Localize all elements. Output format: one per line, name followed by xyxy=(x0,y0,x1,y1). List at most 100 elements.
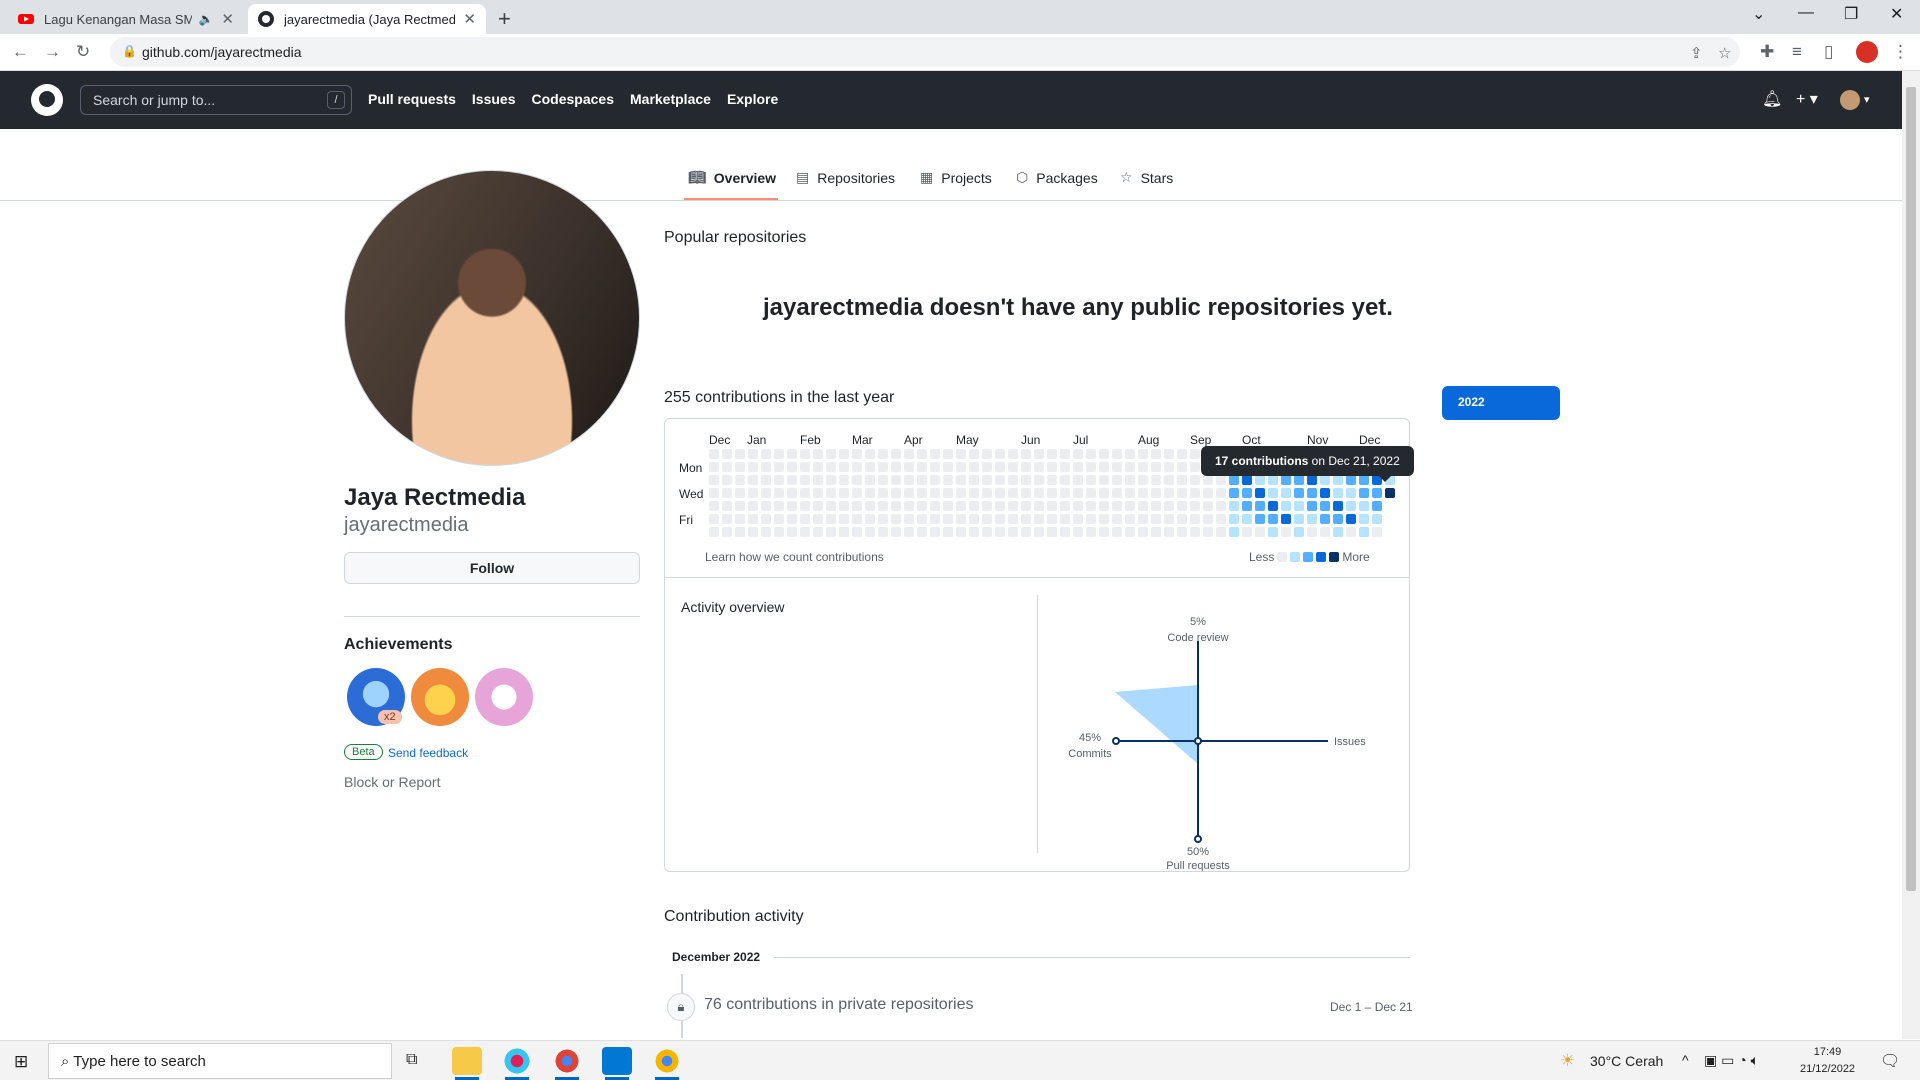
contribution-day-cell[interactable] xyxy=(748,449,758,459)
contribution-day-cell[interactable] xyxy=(1047,527,1057,537)
contribution-day-cell[interactable] xyxy=(1190,475,1200,485)
contribution-day-cell[interactable] xyxy=(774,527,784,537)
contribution-day-cell[interactable] xyxy=(891,475,901,485)
profile-avatar-large[interactable] xyxy=(344,170,640,466)
contribution-day-cell[interactable] xyxy=(1164,475,1174,485)
contribution-day-cell[interactable] xyxy=(891,527,901,537)
contribution-day-cell[interactable] xyxy=(774,462,784,472)
taskbar-clock[interactable]: 17:49 21/12/2022 xyxy=(1800,1044,1855,1078)
contribution-day-cell[interactable] xyxy=(722,462,732,472)
contribution-day-cell[interactable] xyxy=(1216,501,1226,511)
contribution-day-cell[interactable] xyxy=(930,514,940,524)
contribution-day-cell[interactable] xyxy=(761,488,771,498)
contribution-day-cell[interactable] xyxy=(904,462,914,472)
contribution-day-cell[interactable] xyxy=(1086,475,1096,485)
contribution-day-cell[interactable] xyxy=(865,514,875,524)
contribution-day-cell[interactable] xyxy=(1359,488,1369,498)
contribution-day-cell[interactable] xyxy=(995,527,1005,537)
minimize-button[interactable]: — xyxy=(1798,4,1814,22)
close-window-button[interactable]: ✕ xyxy=(1890,4,1903,24)
contribution-day-cell[interactable] xyxy=(917,501,927,511)
contribution-day-cell[interactable] xyxy=(1372,488,1382,498)
contribution-day-cell[interactable] xyxy=(787,488,797,498)
contribution-day-cell[interactable] xyxy=(826,475,836,485)
contribution-day-cell[interactable] xyxy=(800,527,810,537)
contribution-day-cell[interactable] xyxy=(1112,501,1122,511)
contribution-day-cell[interactable] xyxy=(1359,514,1369,524)
contribution-day-cell[interactable] xyxy=(1073,514,1083,524)
contribution-day-cell[interactable] xyxy=(1008,488,1018,498)
contribution-day-cell[interactable] xyxy=(943,462,953,472)
contribution-day-cell[interactable] xyxy=(1164,462,1174,472)
contribution-day-cell[interactable] xyxy=(1021,501,1031,511)
extensions-icon[interactable]: ✚ xyxy=(1760,42,1774,62)
restore-button[interactable]: ❐ xyxy=(1844,4,1858,24)
contribution-day-cell[interactable] xyxy=(904,449,914,459)
contribution-day-cell[interactable] xyxy=(1073,449,1083,459)
contribution-day-cell[interactable] xyxy=(1346,527,1356,537)
contribution-day-cell[interactable] xyxy=(1307,488,1317,498)
contribution-day-cell[interactable] xyxy=(1099,475,1109,485)
contribution-day-cell[interactable] xyxy=(839,501,849,511)
contribution-day-cell[interactable] xyxy=(1333,501,1343,511)
contribution-day-cell[interactable] xyxy=(1086,501,1096,511)
contribution-day-cell[interactable] xyxy=(1203,488,1213,498)
contribution-day-cell[interactable] xyxy=(1151,462,1161,472)
contribution-day-cell[interactable] xyxy=(826,462,836,472)
contribution-day-cell[interactable] xyxy=(891,514,901,524)
achievement-badge-quickdraw[interactable] xyxy=(411,668,469,726)
contribution-day-cell[interactable] xyxy=(943,475,953,485)
contribution-day-cell[interactable] xyxy=(735,514,745,524)
contribution-day-cell[interactable] xyxy=(1190,527,1200,537)
tab-repositories[interactable]: ▤ Repositories xyxy=(796,169,895,186)
contribution-day-cell[interactable] xyxy=(878,527,888,537)
contribution-day-cell[interactable] xyxy=(1047,449,1057,459)
contribution-day-cell[interactable] xyxy=(813,462,823,472)
achievement-badge-yolo[interactable] xyxy=(475,668,533,726)
contribution-day-cell[interactable] xyxy=(1294,527,1304,537)
contribution-day-cell[interactable] xyxy=(800,488,810,498)
contribution-day-cell[interactable] xyxy=(1008,449,1018,459)
contribution-day-cell[interactable] xyxy=(865,527,875,537)
contribution-day-cell[interactable] xyxy=(748,488,758,498)
contribution-day-cell[interactable] xyxy=(878,449,888,459)
contribution-day-cell[interactable] xyxy=(839,462,849,472)
contribution-day-cell[interactable] xyxy=(1034,501,1044,511)
contribution-day-cell[interactable] xyxy=(982,475,992,485)
contribution-day-cell[interactable] xyxy=(1190,501,1200,511)
contribution-day-cell[interactable] xyxy=(787,501,797,511)
contribution-day-cell[interactable] xyxy=(1307,514,1317,524)
contribution-day-cell[interactable] xyxy=(995,501,1005,511)
contribution-day-cell[interactable] xyxy=(1034,462,1044,472)
contribution-day-cell[interactable] xyxy=(709,527,719,537)
media-icon[interactable]: ≡ xyxy=(1792,42,1802,62)
contribution-day-cell[interactable] xyxy=(1268,514,1278,524)
contribution-day-cell[interactable] xyxy=(1229,475,1239,485)
learn-contributions-link[interactable]: Learn how we count contributions xyxy=(705,550,884,564)
contribution-day-cell[interactable] xyxy=(943,488,953,498)
contribution-day-cell[interactable] xyxy=(1281,501,1291,511)
contribution-day-cell[interactable] xyxy=(1021,488,1031,498)
side-panel-icon[interactable]: ▯ xyxy=(1824,42,1833,62)
contribution-day-cell[interactable] xyxy=(1229,488,1239,498)
contribution-day-cell[interactable] xyxy=(800,462,810,472)
file-explorer-icon[interactable] xyxy=(452,1047,482,1080)
contribution-day-cell[interactable] xyxy=(1138,527,1148,537)
contribution-day-cell[interactable] xyxy=(1125,475,1135,485)
contribution-day-cell[interactable] xyxy=(1073,462,1083,472)
contribution-day-cell[interactable] xyxy=(1229,514,1239,524)
contribution-day-cell[interactable] xyxy=(1359,501,1369,511)
contribution-day-cell[interactable] xyxy=(904,475,914,485)
contribution-day-cell[interactable] xyxy=(748,462,758,472)
contribution-day-cell[interactable] xyxy=(1268,488,1278,498)
contribution-day-cell[interactable] xyxy=(865,488,875,498)
contribution-day-cell[interactable] xyxy=(813,501,823,511)
forward-icon[interactable]: → xyxy=(44,42,61,62)
windows-start-icon[interactable]: ⊞ xyxy=(14,1052,28,1072)
contribution-day-cell[interactable] xyxy=(1047,488,1057,498)
contribution-day-cell[interactable] xyxy=(956,501,966,511)
contribution-day-cell[interactable] xyxy=(1164,514,1174,524)
tab-overview[interactable]: 📖︎ Overview xyxy=(688,169,776,186)
contribution-day-cell[interactable] xyxy=(1268,475,1278,485)
contribution-day-cell[interactable] xyxy=(982,449,992,459)
